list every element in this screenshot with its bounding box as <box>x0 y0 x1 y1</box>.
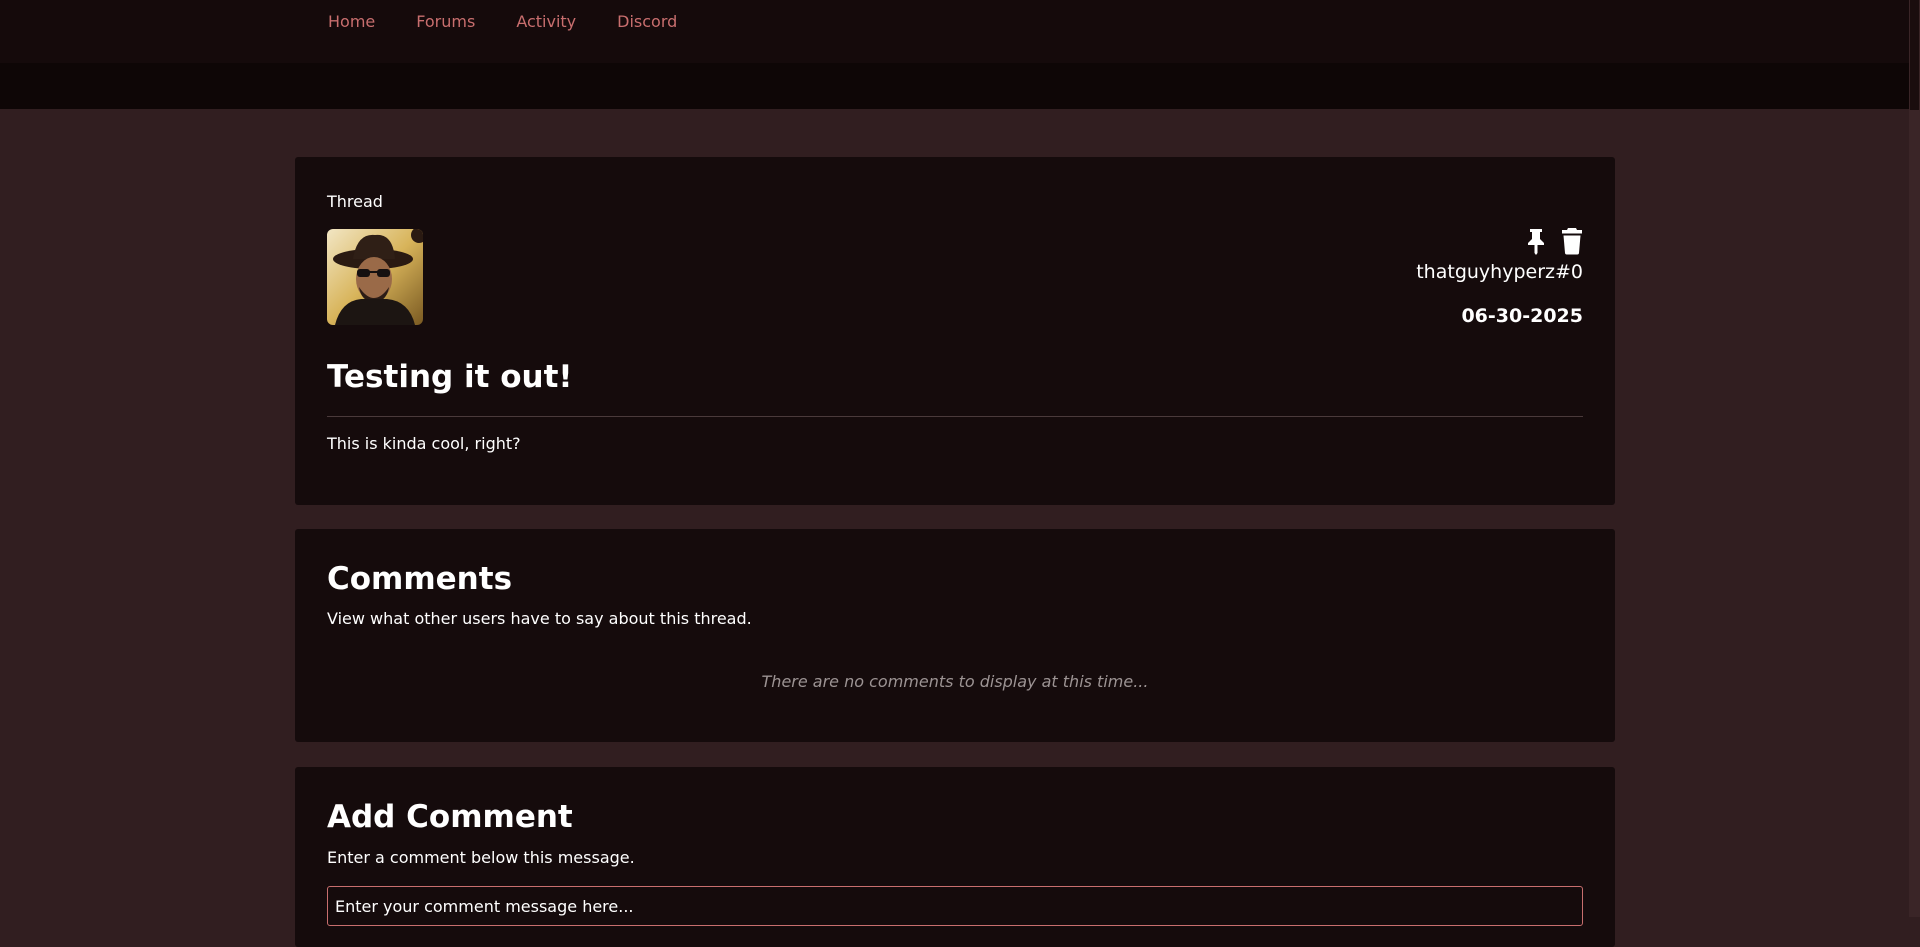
trash-icon[interactable] <box>1560 227 1584 255</box>
no-comments-message: There are no comments to display at this… <box>761 672 1149 691</box>
comment-input[interactable] <box>327 886 1583 926</box>
page-scrollbar[interactable] <box>1909 0 1920 917</box>
thread-actions <box>1524 227 1584 255</box>
top-navbar: Home Forums Activity Discord <box>0 0 1909 63</box>
comments-card: Comments View what other users have to s… <box>295 529 1615 742</box>
nav-discord-link[interactable]: Discord <box>617 12 677 31</box>
add-comment-title: Add Comment <box>327 799 573 835</box>
nav-forums-link[interactable]: Forums <box>416 12 475 31</box>
author-avatar <box>327 229 423 325</box>
scrollbar-thumb[interactable] <box>1910 0 1919 110</box>
thread-title: Testing it out! <box>327 359 573 395</box>
thread-date: 06-30-2025 <box>1461 305 1583 327</box>
comments-subtitle: View what other users have to say about … <box>327 609 752 628</box>
main-nav: Home Forums Activity Discord <box>328 12 718 31</box>
thread-body: This is kinda cool, right? <box>327 434 521 453</box>
pin-icon[interactable] <box>1524 227 1548 255</box>
thread-author: thatguyhyperz#0 <box>1416 261 1583 283</box>
thread-section-label: Thread <box>327 192 383 211</box>
add-comment-subtitle: Enter a comment below this message. <box>327 848 635 867</box>
title-divider <box>327 416 1583 417</box>
comments-title: Comments <box>327 561 513 597</box>
thread-card: Thread thatguyhyperz#0 06-30-2025 Testin… <box>295 157 1615 505</box>
add-comment-card: Add Comment Enter a comment below this m… <box>295 767 1615 947</box>
avatar-image <box>327 229 423 325</box>
nav-home-link[interactable]: Home <box>328 12 375 31</box>
nav-activity-link[interactable]: Activity <box>516 12 576 31</box>
header-banner-strip <box>0 63 1909 109</box>
